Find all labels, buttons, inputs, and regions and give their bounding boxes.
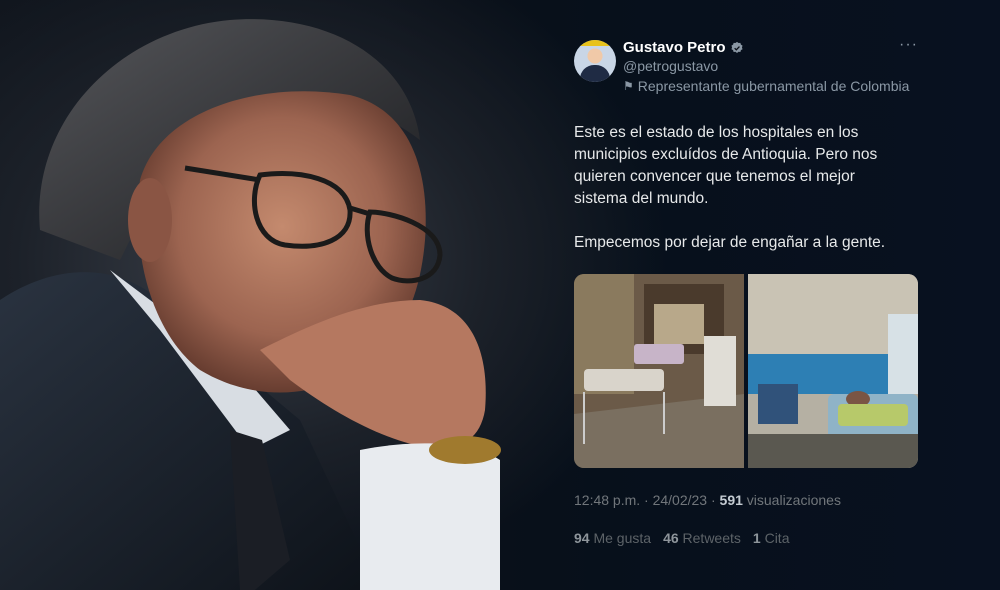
retweets-stat[interactable]: 46 Retweets xyxy=(663,530,741,546)
tweet-metadata: 12:48 p.m. · 24/02/23 · 591 visualizacio… xyxy=(574,492,920,508)
verified-badge-icon xyxy=(730,41,743,53)
more-dots-icon[interactable]: ··· xyxy=(899,36,918,54)
author-name-text[interactable]: Gustavo Petro xyxy=(623,39,726,56)
tweet-card: Gustavo Petro @petrogustavo ⚑ Representa… xyxy=(574,36,920,546)
tweet-timestamp[interactable]: 12:48 p.m. · 24/02/23 · xyxy=(574,492,720,508)
media-image-2[interactable] xyxy=(748,274,918,468)
portrait-photo xyxy=(0,0,540,590)
government-label-text: Representante gubernamental de Colombia xyxy=(637,78,910,94)
tweet-paragraph-1: Este es el estado de los hospitales en l… xyxy=(574,124,878,207)
tweet-media[interactable] xyxy=(574,274,918,468)
government-label: ⚑ Representante gubernamental de Colombi… xyxy=(623,78,909,94)
tweet-text: Este es el estado de los hospitales en l… xyxy=(574,122,904,254)
quotes-stat[interactable]: 1 Cita xyxy=(753,530,790,546)
avatar[interactable] xyxy=(574,40,616,82)
tweet-stats: 94 Me gusta 46 Retweets 1 Cita xyxy=(574,530,920,546)
tweet-paragraph-2: Empecemos por dejar de engañar a la gent… xyxy=(574,234,886,251)
media-image-1[interactable] xyxy=(574,274,744,468)
views-count: 591 xyxy=(719,492,743,508)
likes-stat[interactable]: 94 Me gusta xyxy=(574,530,651,546)
flag-icon: ⚑ xyxy=(623,79,634,93)
tweet-header: Gustavo Petro @petrogustavo ⚑ Representa… xyxy=(574,36,920,98)
author-name[interactable]: Gustavo Petro xyxy=(623,39,744,56)
views-label: visualizaciones xyxy=(742,492,841,508)
author-handle[interactable]: @petrogustavo xyxy=(623,58,718,74)
